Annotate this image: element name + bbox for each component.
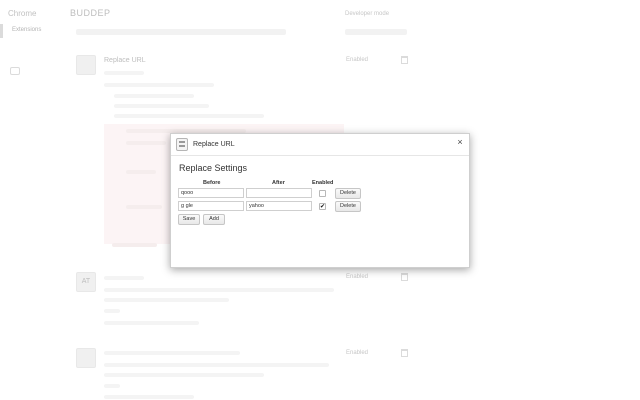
extension-icon — [176, 138, 188, 151]
before-input[interactable] — [178, 188, 244, 198]
column-header-enabled: Enabled — [312, 180, 334, 186]
column-header-before: Before — [203, 180, 221, 186]
after-input[interactable] — [246, 201, 312, 211]
dialog-title: Replace URL — [193, 141, 235, 148]
settings-title: Replace Settings — [179, 163, 248, 173]
delete-button[interactable]: Delete — [335, 201, 361, 212]
before-input[interactable] — [178, 201, 244, 211]
replace-url-dialog: Replace URL × Replace Settings Before Af… — [170, 133, 470, 268]
close-icon[interactable]: × — [455, 137, 465, 147]
column-header-after: After — [272, 180, 285, 186]
enabled-checkbox-checked[interactable]: ✔ — [319, 203, 326, 210]
after-input[interactable] — [246, 188, 312, 198]
save-button[interactable]: Save — [178, 214, 200, 225]
delete-button[interactable]: Delete — [335, 188, 361, 199]
add-button[interactable]: Add — [203, 214, 225, 225]
dialog-header: Replace URL × — [171, 134, 469, 156]
enabled-checkbox[interactable] — [319, 190, 326, 197]
